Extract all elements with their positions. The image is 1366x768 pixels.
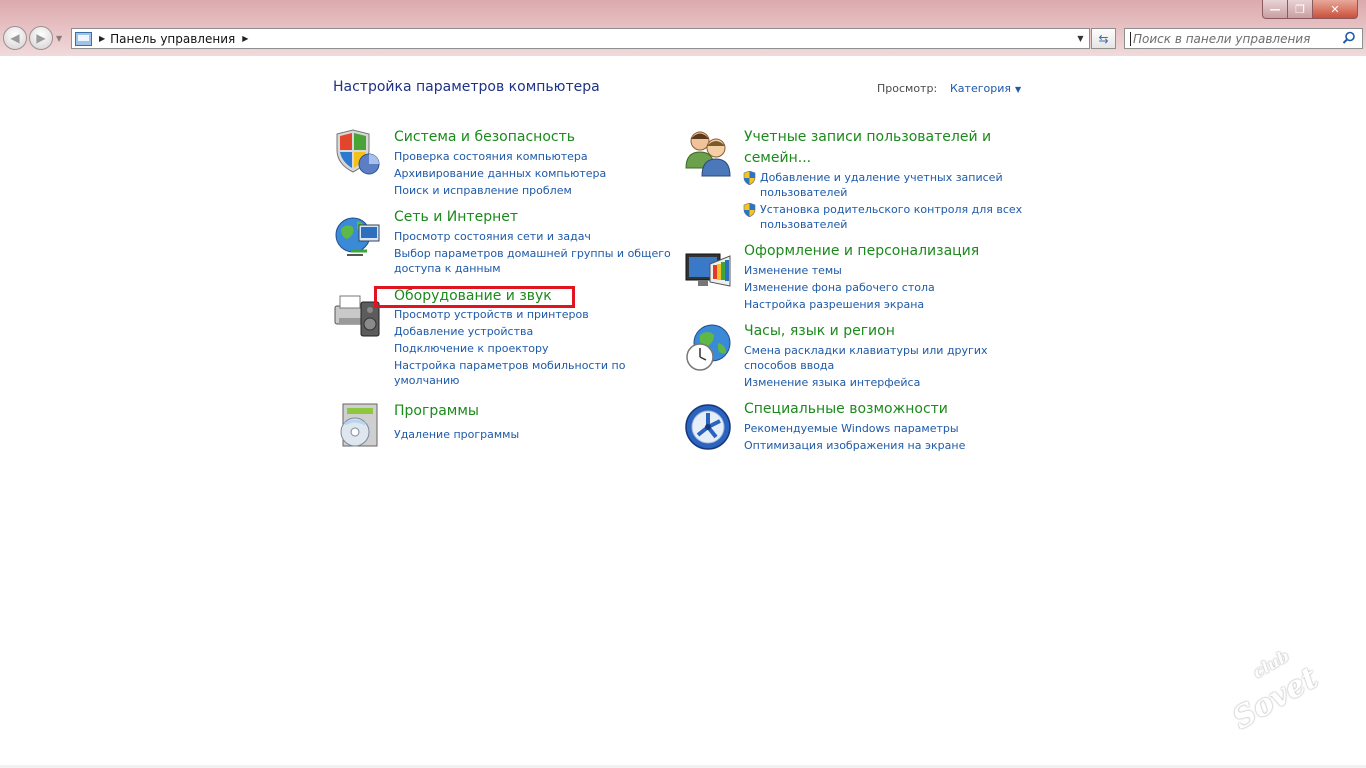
category-network-internet[interactable]: Сеть и Интернет <box>394 209 518 225</box>
recent-pages-dropdown[interactable]: ▼ <box>56 34 62 43</box>
programs-disc-icon[interactable] <box>333 402 383 452</box>
link-screen-resolution[interactable]: Настройка разрешения экрана <box>744 297 924 313</box>
display-palette-icon[interactable] <box>684 246 734 296</box>
link-backup-computer[interactable]: Архивирование данных компьютера <box>394 166 606 182</box>
maximize-button[interactable]: ❐ <box>1288 0 1313 19</box>
chevron-down-icon[interactable]: ▼ <box>1015 85 1021 94</box>
navigation-buttons: ◀ ▶ ▼ <box>3 26 62 50</box>
link-change-keyboard[interactable]: Смена раскладки клавиатуры или других <box>744 343 988 359</box>
page-title: Настройка параметров компьютера <box>333 79 600 95</box>
link-add-remove-accounts-cont[interactable]: пользователей <box>760 185 847 201</box>
link-homegroup-sharing[interactable]: Выбор параметров домашней группы и общег… <box>394 246 671 262</box>
highlight-annotation <box>374 286 575 308</box>
address-dropdown-button[interactable]: ▼ <box>1072 29 1089 48</box>
link-windows-recommendations[interactable]: Рекомендуемые Windows параметры <box>744 421 959 437</box>
uac-shield-icon <box>743 203 756 217</box>
breadcrumb-separator-icon[interactable]: ▶ <box>99 34 105 43</box>
category-clock-region[interactable]: Часы, язык и регион <box>744 323 895 339</box>
category-system-security[interactable]: Система и безопасность <box>394 129 575 145</box>
link-mobility-settings-cont[interactable]: умолчанию <box>394 373 459 389</box>
view-by-value[interactable]: Категория <box>950 82 1011 95</box>
link-troubleshoot[interactable]: Поиск и исправление проблем <box>394 183 572 199</box>
link-check-computer-status[interactable]: Проверка состояния компьютера <box>394 149 588 165</box>
search-box[interactable] <box>1124 28 1363 49</box>
caption-buttons: — ❐ ✕ <box>1262 0 1358 19</box>
breadcrumb-control-panel[interactable]: Панель управления <box>110 32 235 46</box>
link-uninstall-program[interactable]: Удаление программы <box>394 427 519 443</box>
ease-of-access-icon[interactable] <box>684 403 734 453</box>
link-homegroup-sharing-cont[interactable]: доступа к данным <box>394 261 501 277</box>
refresh-button[interactable]: ⇆ <box>1091 28 1116 49</box>
category-ease-of-access[interactable]: Специальные возможности <box>744 401 948 417</box>
minimize-button[interactable]: — <box>1262 0 1288 19</box>
search-icon[interactable] <box>1342 31 1356 45</box>
view-by-dropdown[interactable]: Категория ▼ <box>950 82 1021 95</box>
window-titlebar: — ❐ ✕ ◀ ▶ ▼ ▶ Панель управления ▶ ▼ ⇆ <box>0 0 1366 56</box>
link-optimize-display[interactable]: Оптимизация изображения на экране <box>744 438 965 454</box>
category-user-accounts[interactable]: Учетные записи пользователей и <box>744 129 991 145</box>
control-panel-icon <box>75 31 92 46</box>
link-add-device[interactable]: Добавление устройства <box>394 324 533 340</box>
users-icon[interactable] <box>684 128 734 178</box>
clock-globe-icon[interactable] <box>684 323 734 373</box>
link-view-devices-printers[interactable]: Просмотр устройств и принтеров <box>394 307 589 323</box>
address-bar[interactable]: ▶ Панель управления ▶ ▼ <box>71 28 1090 49</box>
link-parental-controls[interactable]: Установка родительского контроля для все… <box>760 202 1022 218</box>
view-by-label: Просмотр: <box>877 82 938 95</box>
forward-button[interactable]: ▶ <box>29 26 53 50</box>
link-network-status[interactable]: Просмотр состояния сети и задач <box>394 229 591 245</box>
link-parental-controls-cont[interactable]: пользователей <box>760 217 847 233</box>
link-change-theme[interactable]: Изменение темы <box>744 263 842 279</box>
category-appearance[interactable]: Оформление и персонализация <box>744 243 979 259</box>
back-button[interactable]: ◀ <box>3 26 27 50</box>
breadcrumb-chevron-icon[interactable]: ▶ <box>242 34 248 43</box>
category-user-accounts-cont[interactable]: семейн... <box>744 150 811 166</box>
security-shield-icon[interactable] <box>333 128 383 178</box>
watermark-logo: club Sovet <box>1220 639 1350 755</box>
link-connect-projector[interactable]: Подключение к проектору <box>394 341 549 357</box>
link-change-background[interactable]: Изменение фона рабочего стола <box>744 280 935 296</box>
link-mobility-settings[interactable]: Настройка параметров мобильности по <box>394 358 625 374</box>
link-display-language[interactable]: Изменение языка интерфейса <box>744 375 920 391</box>
link-change-keyboard-cont[interactable]: способов ввода <box>744 358 834 374</box>
network-globe-icon[interactable] <box>333 211 383 261</box>
uac-shield-icon <box>743 171 756 185</box>
search-input[interactable] <box>1130 31 1335 46</box>
category-programs[interactable]: Программы <box>394 403 479 419</box>
link-add-remove-accounts[interactable]: Добавление и удаление учетных записей <box>760 170 1003 186</box>
close-button[interactable]: ✕ <box>1313 0 1358 19</box>
